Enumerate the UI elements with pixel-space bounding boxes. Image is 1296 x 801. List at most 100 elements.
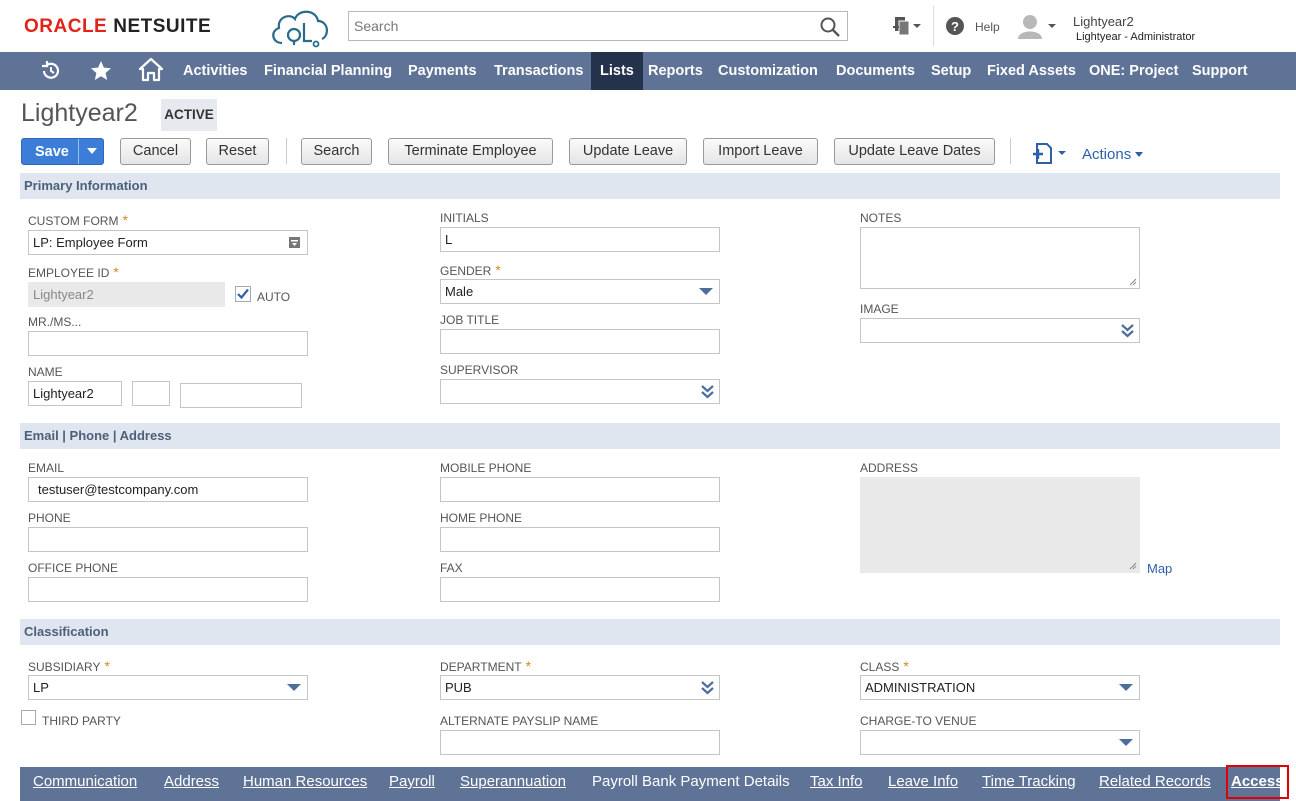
- save-button[interactable]: Save: [21, 138, 104, 165]
- update-leave-button[interactable]: Update Leave: [569, 138, 687, 165]
- nav-financial-planning[interactable]: Financial Planning: [264, 52, 392, 90]
- map-link[interactable]: Map: [1147, 561, 1172, 576]
- tab-related-records[interactable]: Related Records: [1099, 767, 1211, 797]
- tab-human-resources[interactable]: Human Resources: [243, 767, 367, 797]
- nav-reports[interactable]: Reports: [648, 52, 703, 90]
- nav-setup[interactable]: Setup: [931, 52, 971, 90]
- middle-name-field[interactable]: [132, 381, 170, 406]
- top-header: ORACLENETSUITE ? Help Lightyear2 Lightye…: [0, 0, 1296, 52]
- employee-id-label: EMPLOYEE ID *: [28, 264, 119, 280]
- oracle-netsuite-logo[interactable]: ORACLE NETSUITE: [24, 16, 211, 38]
- double-chevron-down-icon[interactable]: [701, 681, 714, 695]
- job-title-field[interactable]: [440, 329, 720, 354]
- save-dropdown-caret-icon[interactable]: [86, 145, 98, 157]
- section-email-phone-address[interactable]: Email | Phone | Address: [20, 423, 1280, 449]
- section-primary-information[interactable]: Primary Information: [20, 173, 1280, 199]
- class-select[interactable]: ADMINISTRATION: [860, 675, 1140, 700]
- required-marker: *: [495, 262, 501, 278]
- help-icon[interactable]: ?: [945, 16, 965, 36]
- double-chevron-down-icon[interactable]: [1121, 324, 1134, 338]
- new-record-icon[interactable]: [1032, 142, 1070, 166]
- alternate-payslip-name-field[interactable]: [440, 730, 720, 755]
- department-select[interactable]: PUB: [440, 675, 720, 700]
- email-field[interactable]: testuser@testcompany.com: [28, 477, 308, 502]
- nav-one-project[interactable]: ONE: Project: [1089, 52, 1178, 90]
- notes-textarea[interactable]: [860, 227, 1140, 289]
- tab-payroll[interactable]: Payroll: [389, 767, 435, 797]
- nav-fixed-assets[interactable]: Fixed Assets: [987, 52, 1076, 90]
- user-name[interactable]: Lightyear2: [1073, 14, 1134, 29]
- favorites-star-icon[interactable]: [89, 59, 113, 83]
- email-label: EMAIL: [28, 461, 65, 475]
- recent-records-icon[interactable]: [892, 14, 922, 38]
- subsidiary-select[interactable]: LP: [28, 675, 308, 700]
- search-icon[interactable]: [819, 16, 841, 38]
- tab-superannuation[interactable]: Superannuation: [460, 767, 566, 797]
- fax-field[interactable]: [440, 577, 720, 602]
- terminate-employee-button[interactable]: Terminate Employee: [388, 138, 553, 165]
- department-label: DEPARTMENT *: [440, 658, 531, 674]
- charge-to-venue-select[interactable]: [860, 730, 1140, 755]
- history-icon[interactable]: [39, 59, 63, 83]
- home-icon[interactable]: [139, 57, 163, 83]
- nav-payments[interactable]: Payments: [408, 52, 477, 90]
- tab-communication[interactable]: Communication: [33, 767, 137, 797]
- tab-time-tracking[interactable]: Time Tracking: [982, 767, 1076, 797]
- custom-form-label: CUSTOM FORM *: [28, 212, 128, 228]
- global-search-input[interactable]: [349, 12, 809, 40]
- class-label: CLASS *: [860, 658, 909, 674]
- search-button[interactable]: Search: [301, 138, 372, 165]
- last-name-field[interactable]: [180, 383, 302, 408]
- double-chevron-down-icon[interactable]: [701, 385, 714, 399]
- tab-payroll-bank-payment-details[interactable]: Payroll Bank Payment Details: [592, 767, 790, 797]
- actions-caret-icon: [1135, 152, 1144, 157]
- supervisor-label: SUPERVISOR: [440, 363, 519, 377]
- required-marker: *: [113, 264, 119, 280]
- save-split-divider: [78, 139, 79, 164]
- supervisor-select[interactable]: [440, 379, 720, 404]
- actions-menu[interactable]: Actions: [1082, 146, 1144, 163]
- tab-tax-info[interactable]: Tax Info: [810, 767, 863, 797]
- reset-button[interactable]: Reset: [206, 138, 269, 165]
- cancel-button[interactable]: Cancel: [120, 138, 191, 165]
- mrms-field[interactable]: [28, 331, 308, 356]
- nav-transactions[interactable]: Transactions: [494, 52, 583, 90]
- initials-field[interactable]: L: [440, 227, 720, 252]
- user-avatar-icon[interactable]: [1016, 13, 1058, 39]
- tab-leave-info[interactable]: Leave Info: [888, 767, 958, 797]
- first-name-field[interactable]: Lightyear2: [28, 381, 122, 406]
- nav-documents[interactable]: Documents: [836, 52, 915, 90]
- dropdown-arrow-icon[interactable]: [1119, 684, 1133, 692]
- nav-support[interactable]: Support: [1192, 52, 1248, 90]
- dropdown-arrow-icon[interactable]: [287, 684, 301, 692]
- section-classification[interactable]: Classification: [20, 619, 1280, 645]
- gender-select[interactable]: Male: [440, 279, 720, 304]
- mobile-phone-field[interactable]: [440, 477, 720, 502]
- form-picker-icon[interactable]: [288, 236, 301, 249]
- resize-grip-icon[interactable]: [1129, 562, 1137, 570]
- office-phone-field[interactable]: [28, 577, 308, 602]
- dropdown-arrow-icon[interactable]: [699, 288, 713, 296]
- notes-label: NOTES: [860, 211, 902, 225]
- status-badge: ACTIVE: [161, 99, 217, 131]
- user-role[interactable]: Lightyear - Administrator: [1076, 31, 1195, 43]
- dropdown-arrow-icon[interactable]: [1119, 739, 1133, 747]
- help-label[interactable]: Help: [975, 20, 1000, 34]
- resize-grip-icon[interactable]: [1129, 278, 1137, 286]
- update-leave-dates-button[interactable]: Update Leave Dates: [834, 138, 995, 165]
- gender-value: Male: [445, 284, 474, 299]
- global-search[interactable]: [348, 11, 848, 41]
- import-leave-button[interactable]: Import Leave: [703, 138, 818, 165]
- auto-checkbox-checked-icon[interactable]: [235, 286, 251, 302]
- phone-field[interactable]: [28, 527, 308, 552]
- image-select[interactable]: [860, 318, 1140, 343]
- tab-access[interactable]: Access: [1226, 765, 1289, 799]
- tab-address[interactable]: Address: [164, 767, 219, 797]
- nav-customization[interactable]: Customization: [718, 52, 818, 90]
- nav-lists[interactable]: Lists: [591, 52, 643, 90]
- fax-label: FAX: [440, 561, 463, 575]
- third-party-checkbox[interactable]: [21, 710, 36, 725]
- home-phone-field[interactable]: [440, 527, 720, 552]
- custom-form-select[interactable]: LP: Employee Form: [28, 230, 308, 255]
- nav-activities[interactable]: Activities: [183, 52, 247, 90]
